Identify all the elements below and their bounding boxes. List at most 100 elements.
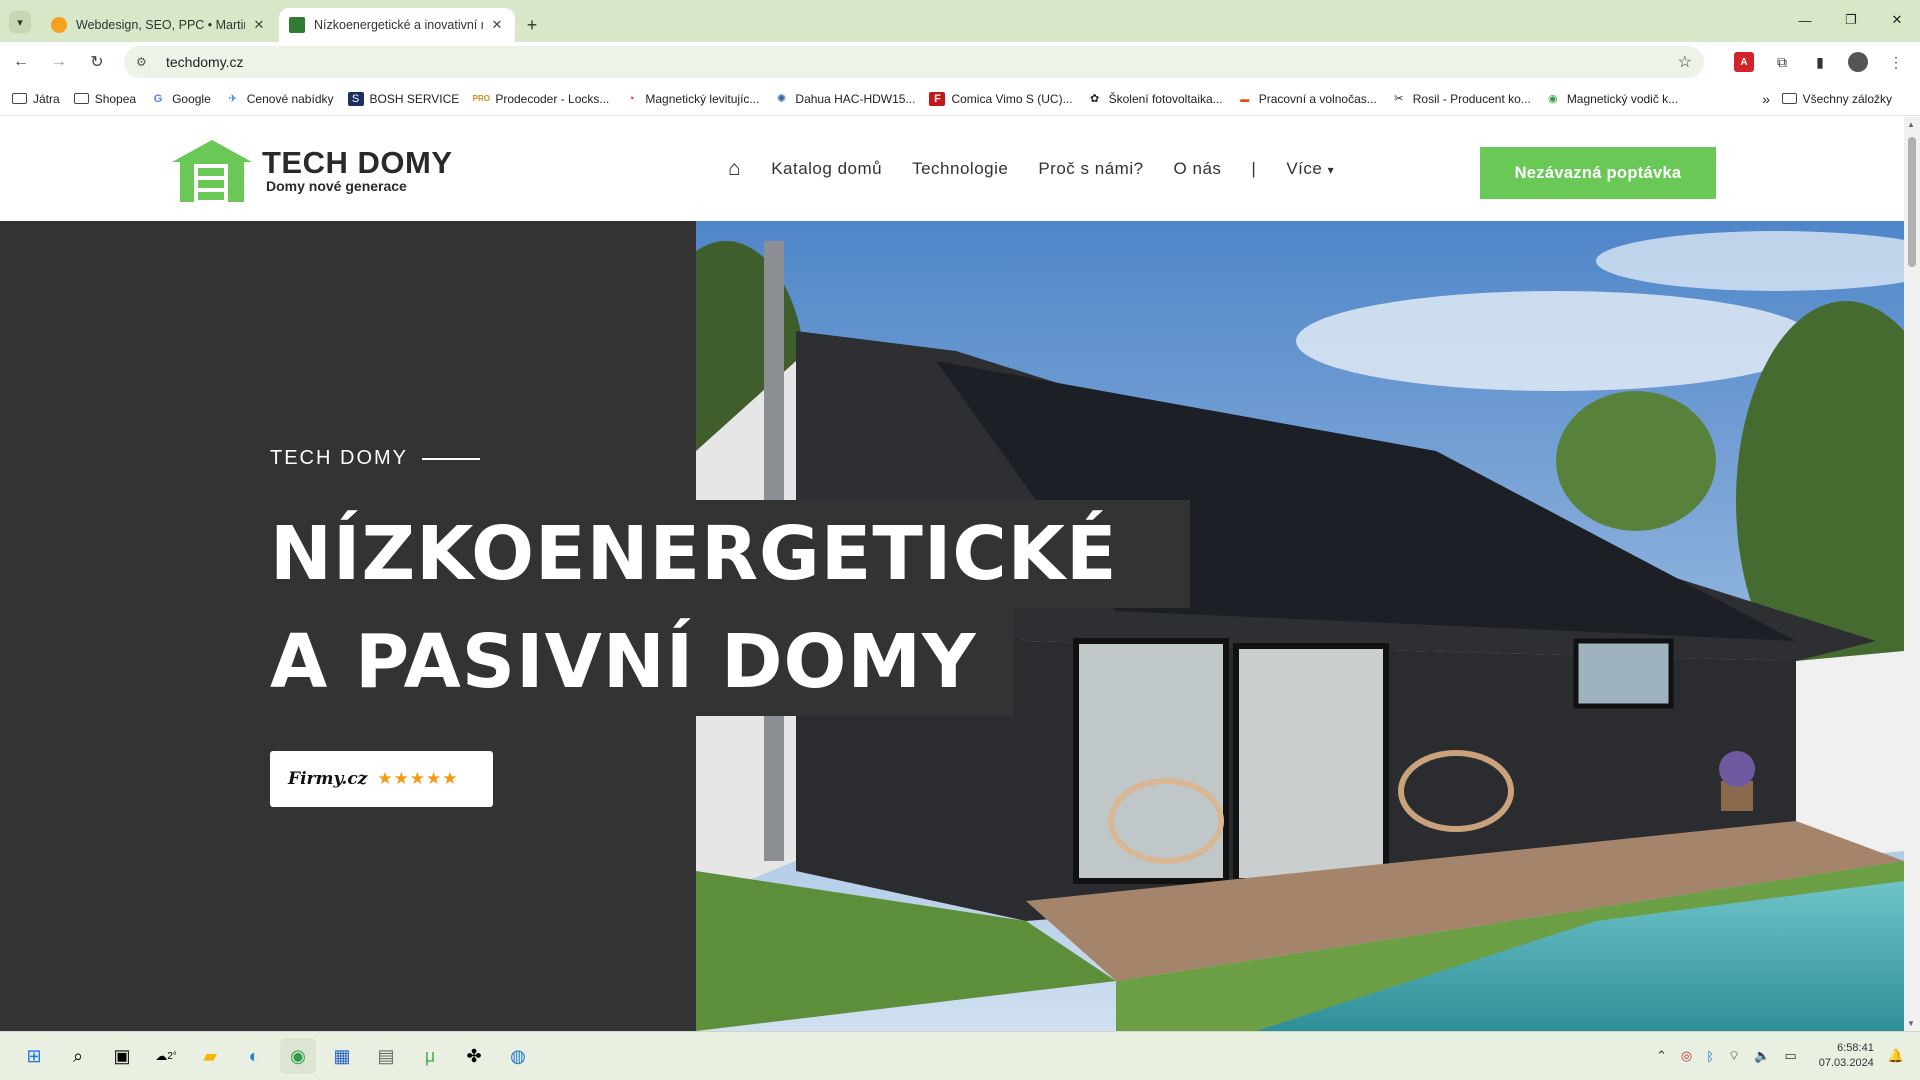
page-scrollbar[interactable]: ▲ ▼ <box>1904 117 1920 1031</box>
bookmark-item[interactable]: ✂ Rosil - Producent ko... <box>1391 92 1531 106</box>
wifi-icon[interactable]: ⌔ <box>1728 1048 1740 1064</box>
nav-technologie[interactable]: Technologie <box>912 159 1008 179</box>
web-page: TECH DOMY Domy nové generace ⌂ Katalog d… <box>0 117 1904 1031</box>
address-bar[interactable]: ⚙ techdomy.cz ☆ <box>124 46 1704 78</box>
search-icon[interactable]: ⌕ <box>60 1038 96 1074</box>
reload-icon[interactable]: ↻ <box>80 45 114 79</box>
profile-avatar-icon[interactable] <box>1848 52 1868 72</box>
eyebrow-line <box>422 457 480 460</box>
bookmark-item[interactable]: ◉ Magnetický vodič k... <box>1545 92 1678 106</box>
folder-icon <box>1781 93 1797 104</box>
bookmark-item[interactable]: ✺ Dahua HAC-HDW15... <box>773 92 916 106</box>
back-arrow-icon[interactable]: ← <box>4 45 38 79</box>
close-icon[interactable]: ✕ <box>489 17 505 33</box>
bird-icon: ✈ <box>228 93 238 105</box>
windows-taskbar: ⊞ ⌕ ▣ ☁ 2° ▰ ◐ ◉ ▦ ▤ μ ✤ ◍ ⌃ ◎ ᛒ ⌔ 🔈 ▭ 6:… <box>0 1031 1920 1080</box>
hero-headline-line1: NÍZKOENERGETICKÉ <box>270 511 1118 597</box>
home-icon[interactable]: ⌂ <box>728 157 741 181</box>
rosil-icon: ✂ <box>1394 93 1404 105</box>
utorrent-icon[interactable]: μ <box>412 1038 448 1074</box>
extensions-puzzle-icon[interactable]: ⧉ <box>1772 52 1792 72</box>
chevron-up-icon[interactable]: ⌃ <box>1656 1048 1667 1064</box>
tab-techdomy[interactable]: Nízkoenergetické a inovativní r ✕ <box>279 8 515 42</box>
house-logo-icon <box>172 140 252 202</box>
store-icon[interactable]: ▦ <box>324 1038 360 1074</box>
minimize-icon[interactable]: — <box>1782 0 1828 40</box>
chrome-icon[interactable]: ◉ <box>280 1038 316 1074</box>
star-rating-icon: ★★★★★ <box>377 769 459 788</box>
bluetooth-icon[interactable]: ᛒ <box>1706 1049 1714 1064</box>
firmy-rating-badge[interactable]: Firmy.cz ★★★★★ <box>270 751 493 807</box>
site-logo[interactable]: TECH DOMY Domy nové generace <box>172 140 453 202</box>
pdf-extension-icon[interactable]: A <box>1734 52 1754 72</box>
tab-title: Nízkoenergetické a inovativní r <box>314 18 483 32</box>
clock-time: 6:58:41 <box>1837 1042 1874 1054</box>
browser-toolbar: ← → ↻ ⚙ techdomy.cz ☆ A ⧉ ▮ ⋮ <box>0 42 1920 82</box>
forward-arrow-icon[interactable]: → <box>42 45 76 79</box>
pro-icon: PRO <box>472 94 490 103</box>
close-window-icon[interactable]: ✕ <box>1874 0 1920 40</box>
dahua-icon: ✺ <box>776 93 787 105</box>
davinci-resolve-icon[interactable]: ✤ <box>456 1038 492 1074</box>
scroll-up-icon[interactable]: ▲ <box>1907 120 1915 129</box>
bookmark-item[interactable]: Shopea <box>73 92 136 106</box>
folder-icon <box>12 93 27 104</box>
nav-katalog-domu[interactable]: Katalog domů <box>771 159 882 179</box>
chrome-icon: ◉ <box>1548 93 1558 105</box>
nav-vice-dropdown[interactable]: Více ▾ <box>1286 159 1334 179</box>
firmy-logo: Firmy.cz <box>288 769 368 789</box>
battery-icon[interactable]: ▭ <box>1784 1048 1796 1064</box>
folder-icon <box>73 93 89 104</box>
hero-headline-line2: A PASIVNÍ DOMY <box>270 619 977 705</box>
scroll-thumb[interactable] <box>1908 137 1916 267</box>
nav-separator: | <box>1251 159 1257 178</box>
nav-o-nas[interactable]: O nás <box>1174 159 1222 179</box>
bookmark-item[interactable]: G Google <box>150 92 211 106</box>
menu-kebab-icon[interactable]: ⋮ <box>1886 52 1906 72</box>
bookmark-item[interactable]: Játra <box>12 92 60 106</box>
window-controls: — ❐ ✕ <box>1782 0 1920 40</box>
tab-favicon <box>51 17 67 33</box>
url-text: techdomy.cz <box>166 54 244 70</box>
bookmark-item[interactable]: ✿ Školení fotovoltaika... <box>1087 92 1223 106</box>
nav-proc-s-nami[interactable]: Proč s námi? <box>1038 159 1143 179</box>
solar-icon: ✿ <box>1090 93 1100 105</box>
browser-app-icon[interactable]: ◍ <box>500 1038 536 1074</box>
weather-widget-icon[interactable]: ☁ 2° <box>148 1038 184 1074</box>
file-explorer-icon[interactable]: ▰ <box>192 1038 228 1074</box>
bookmarks-overflow-icon[interactable]: » <box>1762 91 1770 107</box>
windows-start-icon[interactable]: ⊞ <box>16 1038 52 1074</box>
scroll-down-icon[interactable]: ▼ <box>1907 1019 1915 1028</box>
notification-bell-icon[interactable]: 🔔 <box>1888 1048 1904 1064</box>
taskbar-clock[interactable]: 6:58:41 07.03.2024 <box>1819 1041 1874 1071</box>
bookmark-item[interactable]: ▬ Pracovní a volnočas... <box>1237 92 1377 106</box>
bookmark-item[interactable]: F Comica Vimo S (UC)... <box>929 91 1073 106</box>
tab-webdesign[interactable]: Webdesign, SEO, PPC • Martin ✕ <box>41 8 277 42</box>
bookmark-item[interactable]: ✈ Cenové nabídky <box>225 92 333 106</box>
side-panel-icon[interactable]: ▮ <box>1810 52 1830 72</box>
tab-strip: ▾ Webdesign, SEO, PPC • Martin ✕ Nízkoen… <box>0 0 1920 42</box>
bookmark-item[interactable]: S BOSH SERVICE <box>347 91 459 106</box>
tab-search-button[interactable]: ▾ <box>9 11 31 33</box>
volume-icon[interactable]: 🔈 <box>1754 1048 1770 1064</box>
tab-favicon <box>289 17 305 33</box>
all-bookmarks-button[interactable]: Všechny záložky <box>1781 92 1892 106</box>
bookmark-item[interactable]: PRO Prodecoder - Locks... <box>472 92 610 106</box>
photos-icon[interactable]: ▤ <box>368 1038 404 1074</box>
close-icon[interactable]: ✕ <box>251 17 267 33</box>
restore-icon[interactable]: ❐ <box>1828 0 1874 40</box>
logo-title: TECH DOMY <box>262 145 453 180</box>
security-icon[interactable]: ◎ <box>1681 1048 1692 1064</box>
site-info-icon[interactable]: ⚙ <box>136 55 154 69</box>
site-header: TECH DOMY Domy nové generace ⌂ Katalog d… <box>0 117 1904 221</box>
system-tray: ⌃ ◎ ᛒ ⌔ 🔈 ▭ 6:58:41 07.03.2024 🔔 <box>1656 1041 1904 1071</box>
task-view-icon[interactable]: ▣ <box>104 1038 140 1074</box>
bookmark-item[interactable]: ◔ Magnetický levitujíc... <box>623 92 759 106</box>
edge-icon[interactable]: ◐ <box>236 1038 272 1074</box>
new-tab-button[interactable]: + <box>517 8 547 42</box>
f-icon: F <box>929 91 946 106</box>
google-icon: G <box>153 92 163 105</box>
bookmark-star-icon[interactable]: ☆ <box>1678 52 1692 72</box>
inquiry-button[interactable]: Nezávazná poptávka <box>1480 147 1716 199</box>
hero-eyebrow: TECH DOMY <box>270 447 480 470</box>
